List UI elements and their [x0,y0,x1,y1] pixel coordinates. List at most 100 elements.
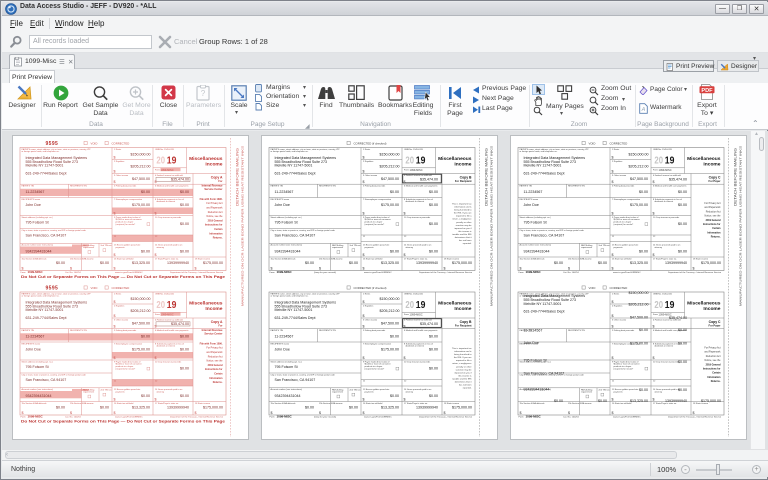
svg-text:1 Rents: 1 Rents [612,148,619,151]
svg-text:attorney: attorney [157,246,165,249]
svg-text:John Doe: John Doe [26,203,41,207]
svg-text:2nd TIN not.: 2nd TIN not. [350,388,362,391]
svg-text:$0.00: $0.00 [305,261,314,265]
svg-text:631-249-7744/Sales Dept: 631-249-7744/Sales Dept [26,316,67,320]
svg-text:dividends or interest: dividends or interest [655,345,674,348]
svg-text:$0.00: $0.00 [678,222,687,226]
svg-text:2nd TIN not.: 2nd TIN not. [101,388,113,391]
svg-text:3 Other income: 3 Other income [114,318,129,321]
svg-text:12: 12 [404,381,407,383]
svg-text:2019 General: 2019 General [706,363,721,366]
svg-text:2 Royalties: 2 Royalties [612,305,622,308]
svg-text:Instructions for: Instructions for [205,224,223,227]
svg-text:For: For [218,323,222,327]
svg-text:$175,000.00: $175,000.00 [203,405,223,409]
svg-text:Street address (including apt.: Street address (including apt. no.) [22,360,53,363]
svg-text:11-2234567: 11-2234567 [524,190,543,194]
svg-text:Notice, see the: Notice, see the [207,215,224,218]
svg-text:MANUFACTURED ON OCR LASER BOND: MANUFACTURED ON OCR LASER BOND PAPER USI… [241,146,245,306]
svg-text:$150,000.00: $150,000.00 [380,153,400,157]
svg-text:For Payer: For Payer [709,324,721,328]
svg-text:$0.00: $0.00 [678,203,687,207]
svg-text:return, a negligence: return, a negligence [452,218,472,221]
svg-text:payments: payments [365,246,374,249]
svg-text:imposed on you if: imposed on you if [454,372,472,374]
svg-text:PAYER'S TIN: PAYER'S TIN [22,185,35,188]
svg-text:$0.00: $0.00 [180,348,189,352]
svg-text:3 Other income: 3 Other income [114,174,129,177]
svg-text:$: $ [612,325,614,329]
svg-text:taxable and the IRS: taxable and the IRS [452,233,472,236]
svg-text:Information: Information [209,232,223,235]
svg-text:has not been: has not been [459,384,472,387]
svg-text:Copy C: Copy C [709,175,721,179]
svg-text:OMB No. 1545-0115: OMB No. 1545-0115 [155,294,175,296]
svg-text:6 Medical and health care paym: 6 Medical and health care payments [155,329,188,332]
svg-text:$175,000.00: $175,000.00 [701,261,721,265]
svg-text:$0.00: $0.00 [639,190,648,194]
svg-text:$47,500.00: $47,500.00 [381,177,399,181]
svg-text:Melville NY 11747-5001: Melville NY 11747-5001 [275,164,313,168]
svg-text:OMB No. 1545-0115: OMB No. 1545-0115 [404,294,424,296]
svg-text:attorney: attorney [655,391,663,394]
svg-text:Street address (including apt.: Street address (including apt. no.) [271,216,302,219]
svg-text:$: $ [271,411,273,415]
svg-text:www.irs.gov/Form1099MISC: www.irs.gov/Form1099MISC [364,415,392,418]
svg-text:$: $ [363,156,365,160]
svg-text:1099-MISC: 1099-MISC [161,168,174,172]
svg-text:$150,000.00: $150,000.00 [629,291,649,295]
svg-text:Certain: Certain [712,372,721,375]
svg-text:$0.00: $0.00 [429,367,438,371]
svg-text:9595: 9595 [46,141,59,147]
svg-text:$0.00: $0.00 [180,394,189,398]
svg-text:795 Folsom St: 795 Folsom St [524,359,547,363]
svg-text:Department of the Treasury - I: Department of the Treasury - Internal Re… [668,271,722,274]
svg-text:$0.00: $0.00 [429,335,438,339]
svg-text:$0.00: $0.00 [639,328,648,332]
svg-text:$35,474.00: $35,474.00 [669,316,687,320]
svg-text:11-2234567: 11-2234567 [275,335,294,339]
svg-text:San Francisco, CA 94107: San Francisco, CA 94107 [26,234,67,238]
svg-text:attorney: attorney [157,391,165,394]
svg-text:13939999940: 13939999940 [167,405,189,409]
svg-text:payments: payments [365,391,374,394]
svg-text:$: $ [271,267,273,271]
svg-text:required to file a: required to file a [456,359,472,362]
svg-text:$150,000.00: $150,000.00 [629,153,649,157]
svg-text:$: $ [612,253,614,257]
svg-text:www.irs.gov/Form1099MISC: www.irs.gov/Form1099MISC [613,415,641,418]
svg-text:$175,000.00: $175,000.00 [452,405,472,409]
svg-text:Account number (see instructio: Account number (see instructions) [271,244,303,247]
svg-text:6 Medical and health care paym: 6 Medical and health care payments [404,185,437,188]
svg-text:4 Federal income tax withheld: 4 Federal income tax withheld [155,174,183,177]
svg-text:$: $ [653,253,655,257]
svg-text:$0.00: $0.00 [639,250,648,254]
svg-text:required to file a: required to file a [456,215,472,218]
svg-text:$0.00: $0.00 [305,405,314,409]
svg-text:CORRECTED: CORRECTED [610,286,628,290]
svg-text:11: 11 [612,381,615,383]
svg-text:631-249-7744/Sales Dept: 631-249-7744/Sales Dept [275,172,316,176]
svg-text:$0.00: $0.00 [429,394,438,398]
svg-text:$0.00: $0.00 [180,190,189,194]
svg-text:$47,500.00: $47,500.00 [132,177,150,181]
svg-text:10 Crop insurance proceeds: 10 Crop insurance proceeds [653,216,679,219]
svg-text:$0.00: $0.00 [678,341,687,345]
svg-text:Income: Income [454,162,471,168]
svg-text:Reduction Act: Reduction Act [208,355,223,358]
svg-text:15a Section 409A deferrals: 15a Section 409A deferrals [22,257,47,260]
svg-text:$: $ [653,180,655,184]
svg-text:Certain: Certain [712,227,721,230]
svg-text:795 Folsom St: 795 Folsom St [26,365,49,369]
svg-text:RECIPIENT'S name: RECIPIENT'S name [271,343,290,345]
svg-text:$13,325.00: $13,325.00 [132,261,150,265]
svg-text:Melville NY 11747-5001: Melville NY 11747-5001 [524,302,562,306]
svg-text:10 Crop insurance proceeds: 10 Crop insurance proceeds [404,216,430,219]
svg-text:1099-MISC: 1099-MISC [161,312,174,316]
svg-text:RECIPIENT'S TIN: RECIPIENT'S TIN [70,186,87,188]
svg-text:15a Section 409A deferrals: 15a Section 409A deferrals [271,402,296,405]
svg-text:6 Medical and health care paym: 6 Medical and health care payments [404,329,437,332]
svg-text:4 Federal income tax withheld: 4 Federal income tax withheld [653,174,681,177]
svg-text:631-249-7744/Sales Dept: 631-249-7744/Sales Dept [26,172,67,176]
svg-text:For Privacy Act: For Privacy Act [704,202,720,205]
